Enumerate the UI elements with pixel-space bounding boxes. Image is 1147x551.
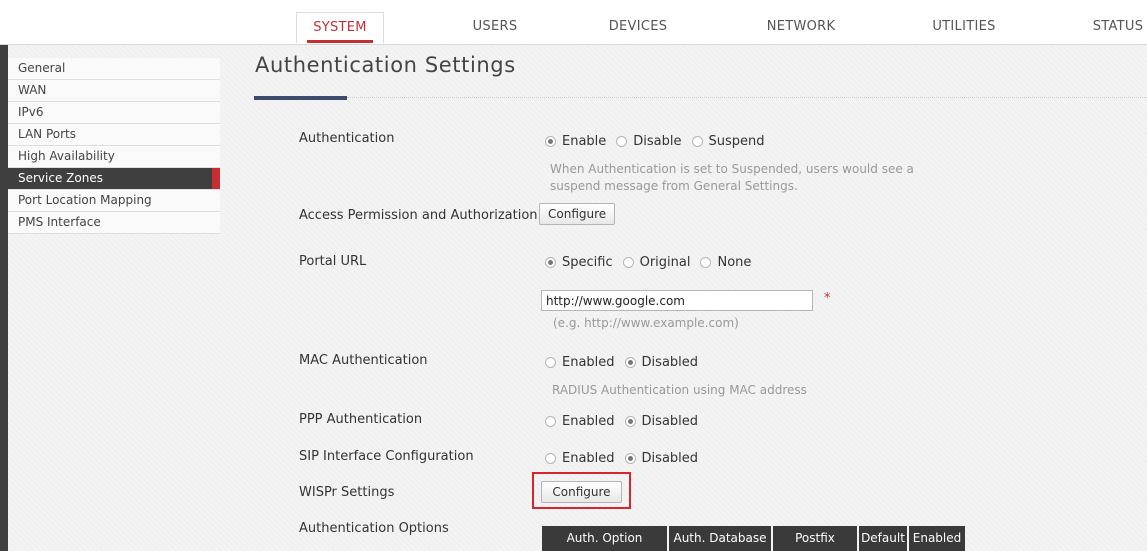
wispr-label: WISPr Settings <box>299 485 395 500</box>
authentication-hint-line2: suspend message from General Settings. <box>550 179 798 193</box>
title-divider <box>347 97 1147 98</box>
authentication-disable-radio[interactable] <box>616 136 628 147</box>
auth-options-label: Authentication Options <box>299 521 449 536</box>
sip-config-label: SIP Interface Configuration <box>299 449 474 464</box>
authentication-hint: When Authentication is set to Suspended,… <box>550 161 914 195</box>
authentication-label: Authentication <box>299 131 395 146</box>
portal-url-original-label: Original <box>639 255 691 270</box>
portal-url-none-label: None <box>717 255 752 270</box>
authentication-radio-group: Enable Disable Suspend <box>545 134 775 149</box>
auth-options-col-default: Default <box>859 526 907 551</box>
wispr-highlight-box <box>532 472 631 509</box>
portal-url-original-radio[interactable] <box>622 257 634 268</box>
ppp-auth-label: PPP Authentication <box>299 412 423 427</box>
mac-auth-disabled-label: Disabled <box>641 355 699 370</box>
mac-auth-hint: RADIUS Authentication using MAC address <box>552 383 807 397</box>
tab-users[interactable]: USERS <box>445 12 545 42</box>
authentication-hint-line1: When Authentication is set to Suspended,… <box>550 162 914 176</box>
ppp-auth-radio-group: Enabled Disabled <box>545 414 708 429</box>
page-title: Authentication Settings <box>255 53 516 77</box>
auth-options-col-postfix: Postfix <box>773 526 857 551</box>
sidebar-item-service-zones[interactable]: Service Zones <box>8 168 220 190</box>
authentication-enable-radio[interactable] <box>545 136 556 147</box>
sip-config-enabled-radio[interactable] <box>545 453 556 464</box>
portal-url-specific-radio[interactable] <box>545 257 556 268</box>
authentication-suspend-label: Suspend <box>708 134 765 149</box>
sidebar-item-high-availability[interactable]: High Availability <box>8 146 220 168</box>
left-edge-bar <box>0 45 8 551</box>
authentication-disable-label: Disable <box>633 134 682 149</box>
tab-devices[interactable]: DEVICES <box>588 12 688 42</box>
required-asterisk: * <box>824 291 831 306</box>
sidebar-item-port-location-mapping[interactable]: Port Location Mapping <box>8 190 220 212</box>
mac-auth-enabled-label: Enabled <box>562 355 615 370</box>
mac-auth-enabled-radio[interactable] <box>545 357 556 368</box>
ppp-auth-enabled-radio[interactable] <box>545 416 556 427</box>
portal-url-specific-label: Specific <box>562 255 613 270</box>
sip-config-disabled-label: Disabled <box>641 451 699 466</box>
portal-url-example: (e.g. http://www.example.com) <box>553 316 739 330</box>
sip-config-radio-group: Enabled Disabled <box>545 451 708 466</box>
access-permission-label: Access Permission and Authorization <box>299 208 538 223</box>
top-nav-bar: SYSTEM USERS DEVICES NETWORK UTILITIES S… <box>0 0 1147 45</box>
mac-auth-disabled-radio[interactable] <box>624 357 636 368</box>
sip-config-disabled-radio[interactable] <box>624 453 636 464</box>
sidebar-item-general[interactable]: General <box>8 58 220 80</box>
authentication-enable-label: Enable <box>562 134 607 149</box>
portal-url-none-radio[interactable] <box>700 257 712 268</box>
mac-auth-radio-group: Enabled Disabled <box>545 355 708 370</box>
portal-url-label: Portal URL <box>299 254 367 269</box>
tab-system[interactable]: SYSTEM <box>296 12 384 43</box>
access-permission-configure-button[interactable]: Configure <box>539 203 616 225</box>
authentication-suspend-radio[interactable] <box>691 136 703 147</box>
auth-options-col-auth-option: Auth. Option <box>542 526 667 551</box>
ppp-auth-disabled-label: Disabled <box>641 414 699 429</box>
sidebar-item-lan-ports[interactable]: LAN Ports <box>8 124 220 146</box>
portal-url-radio-group: Specific Original None <box>545 255 761 270</box>
portal-url-input[interactable] <box>541 290 813 311</box>
mac-auth-label: MAC Authentication <box>299 353 428 368</box>
tab-status[interactable]: STATUS <box>1078 12 1147 42</box>
sidebar-item-pms-interface[interactable]: PMS Interface <box>8 212 220 234</box>
title-underline <box>254 96 347 100</box>
sip-config-enabled-label: Enabled <box>562 451 615 466</box>
ppp-auth-disabled-radio[interactable] <box>624 416 636 427</box>
auth-options-col-enabled: Enabled <box>909 526 965 551</box>
sidebar: General WAN IPv6 LAN Ports High Availabi… <box>8 58 220 234</box>
sidebar-item-ipv6[interactable]: IPv6 <box>8 102 220 124</box>
ppp-auth-enabled-label: Enabled <box>562 414 615 429</box>
auth-options-col-auth-database: Auth. Database <box>669 526 771 551</box>
tab-utilities[interactable]: UTILITIES <box>914 12 1014 42</box>
sidebar-item-wan[interactable]: WAN <box>8 80 220 102</box>
tab-network[interactable]: NETWORK <box>746 12 856 42</box>
